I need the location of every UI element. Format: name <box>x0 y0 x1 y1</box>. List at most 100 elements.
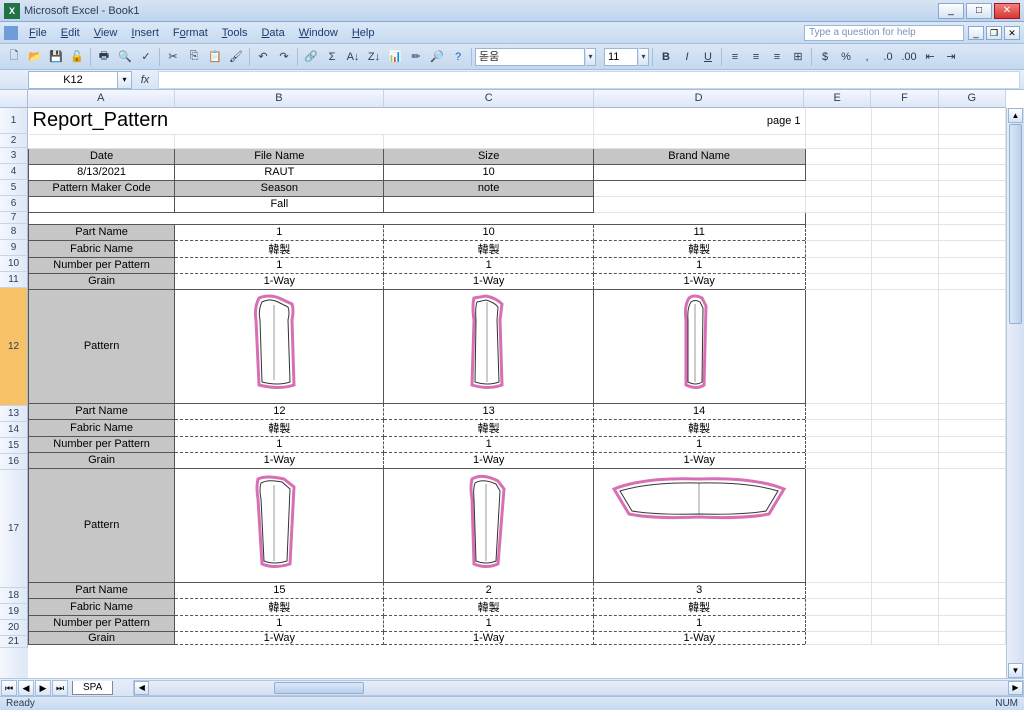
drawing-icon[interactable]: ✏ <box>406 47 426 67</box>
name-box-dropdown-icon[interactable]: ▾ <box>118 71 132 89</box>
row-11[interactable]: 11 <box>0 272 28 288</box>
font-select[interactable]: 돋움 <box>475 48 585 66</box>
decrease-decimal-icon[interactable]: .00 <box>899 47 919 67</box>
col-D[interactable]: D <box>594 90 804 107</box>
grid-body[interactable]: Report_Patternpage 1 DateFile NameSizeBr… <box>28 108 1006 678</box>
redo-icon[interactable]: ↷ <box>274 47 294 67</box>
fx-icon[interactable]: fx <box>132 74 158 86</box>
cell-B3[interactable]: File Name <box>175 148 384 164</box>
lbl-pattern-2[interactable]: Pattern <box>29 468 175 582</box>
pattern-cell-D12[interactable] <box>593 289 805 403</box>
spelling-icon[interactable]: ✓ <box>136 47 156 67</box>
hscroll-thumb[interactable] <box>274 682 364 694</box>
align-right-icon[interactable]: ≡ <box>767 47 787 67</box>
bold-icon[interactable]: B <box>656 47 676 67</box>
row-13[interactable]: 13 <box>0 406 28 422</box>
help-icon[interactable]: ? <box>448 47 468 67</box>
cell-B5[interactable]: Season <box>175 180 384 196</box>
print-preview-icon[interactable]: 🔍 <box>115 47 135 67</box>
font-size-select[interactable]: 11 <box>604 48 638 66</box>
decrease-indent-icon[interactable]: ⇤ <box>920 47 940 67</box>
row-4[interactable]: 4 <box>0 164 28 180</box>
row-3[interactable]: 3 <box>0 148 28 164</box>
minimize-button[interactable]: _ <box>938 3 964 19</box>
lbl-numper-2[interactable]: Number per Pattern <box>29 436 175 452</box>
formula-input[interactable] <box>158 71 1020 89</box>
sheet-tab-spa[interactable]: SPA <box>72 681 113 695</box>
pattern-cell-C12[interactable] <box>384 289 593 403</box>
row-5[interactable]: 5 <box>0 180 28 196</box>
row-8[interactable]: 8 <box>0 224 28 240</box>
menu-view[interactable]: View <box>87 25 125 41</box>
row-21[interactable]: 21 <box>0 636 28 648</box>
lbl-partname-1[interactable]: Part Name <box>29 224 175 240</box>
row-7[interactable]: 7 <box>0 212 28 224</box>
increase-decimal-icon[interactable]: .0 <box>878 47 898 67</box>
percent-icon[interactable]: % <box>836 47 856 67</box>
cell-C3[interactable]: Size <box>384 148 593 164</box>
select-all-corner[interactable] <box>0 90 28 108</box>
zoom-icon[interactable]: 🔎 <box>427 47 447 67</box>
doc-minimize-button[interactable]: _ <box>968 26 984 40</box>
tab-nav-last-icon[interactable]: ⏭ <box>52 680 68 696</box>
italic-icon[interactable]: I <box>677 47 697 67</box>
print-icon[interactable]: 🖶 <box>94 47 114 67</box>
row-1[interactable]: 1 <box>0 108 28 134</box>
cut-icon[interactable]: ✂ <box>163 47 183 67</box>
font-dropdown-icon[interactable]: ▾ <box>586 48 596 66</box>
size-dropdown-icon[interactable]: ▾ <box>639 48 649 66</box>
copy-icon[interactable]: ⎘ <box>184 47 204 67</box>
hyperlink-icon[interactable]: 🔗 <box>301 47 321 67</box>
scroll-up-icon[interactable]: ▲ <box>1008 108 1023 123</box>
cell-D4[interactable] <box>593 164 805 180</box>
name-box[interactable]: K12 <box>28 71 118 89</box>
row-2[interactable]: 2 <box>0 134 28 148</box>
sort-desc-icon[interactable]: Z↓ <box>364 47 384 67</box>
row-17[interactable]: 17 <box>0 470 28 588</box>
horizontal-scrollbar[interactable]: ◀ ▶ <box>133 680 1024 696</box>
menu-file[interactable]: File <box>22 25 54 41</box>
col-C[interactable]: C <box>384 90 594 107</box>
cell-A4[interactable]: 8/13/2021 <box>29 164 175 180</box>
lbl-partname-3[interactable]: Part Name <box>29 582 175 598</box>
lbl-grain-3[interactable]: Grain <box>29 631 175 644</box>
pattern-cell-B17[interactable] <box>175 468 384 582</box>
row-12[interactable]: 12 <box>0 288 28 406</box>
open-icon[interactable]: 📂 <box>25 47 45 67</box>
lbl-pattern-1[interactable]: Pattern <box>29 289 175 403</box>
comma-icon[interactable]: , <box>857 47 877 67</box>
col-B[interactable]: B <box>175 90 385 107</box>
close-button[interactable]: ✕ <box>994 3 1020 19</box>
save-icon[interactable]: 💾 <box>46 47 66 67</box>
doc-close-button[interactable]: ✕ <box>1004 26 1020 40</box>
chart-icon[interactable]: 📊 <box>385 47 405 67</box>
scroll-right-icon[interactable]: ▶ <box>1008 681 1023 695</box>
increase-indent-icon[interactable]: ⇥ <box>941 47 961 67</box>
menu-format[interactable]: Format <box>166 25 215 41</box>
col-G[interactable]: G <box>939 90 1006 107</box>
pattern-cell-D17[interactable] <box>593 468 805 582</box>
row-14[interactable]: 14 <box>0 422 28 438</box>
scroll-down-icon[interactable]: ▼ <box>1008 663 1023 678</box>
tab-nav-first-icon[interactable]: ⏮ <box>1 680 17 696</box>
maximize-button[interactable]: □ <box>966 3 992 19</box>
lbl-grain-2[interactable]: Grain <box>29 452 175 468</box>
row-19[interactable]: 19 <box>0 604 28 620</box>
lbl-fabricname-3[interactable]: Fabric Name <box>29 598 175 615</box>
merge-icon[interactable]: ⊞ <box>788 47 808 67</box>
tab-nav-next-icon[interactable]: ▶ <box>35 680 51 696</box>
paste-icon[interactable]: 📋 <box>205 47 225 67</box>
menu-data[interactable]: Data <box>254 25 291 41</box>
cell-title[interactable]: Report_Pattern <box>29 108 594 134</box>
lbl-numper-1[interactable]: Number per Pattern <box>29 257 175 273</box>
sort-asc-icon[interactable]: A↓ <box>343 47 363 67</box>
vertical-scrollbar[interactable]: ▲ ▼ <box>1006 108 1024 678</box>
cell-C6[interactable] <box>384 196 593 212</box>
row-9[interactable]: 9 <box>0 240 28 256</box>
new-icon[interactable]: 🗋 <box>4 47 24 67</box>
doc-restore-button[interactable]: ❐ <box>986 26 1002 40</box>
format-painter-icon[interactable]: 🖌 <box>226 47 246 67</box>
underline-icon[interactable]: U <box>698 47 718 67</box>
col-E[interactable]: E <box>804 90 871 107</box>
help-search-input[interactable]: Type a question for help <box>804 25 964 41</box>
